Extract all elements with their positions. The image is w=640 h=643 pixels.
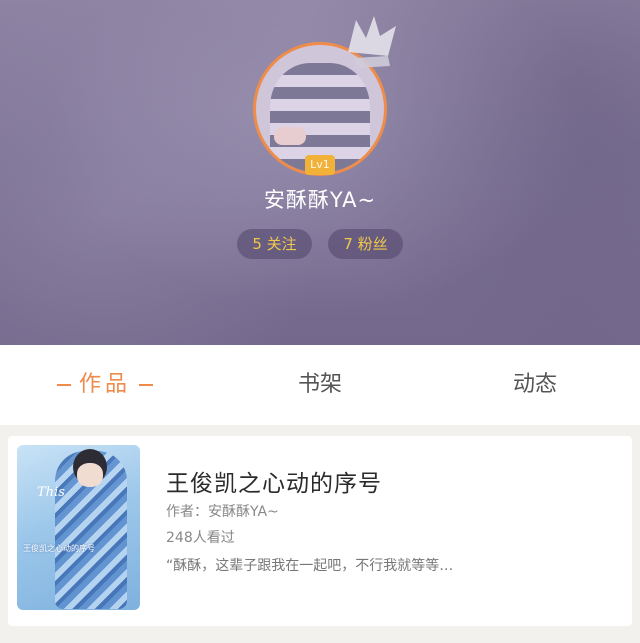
tab-bookshelf-label: 书架 (297, 372, 342, 397)
work-cover-image[interactable]: This 王俊凯之心动的序号 (17, 445, 140, 610)
work-author: 作者：安酥酥YA~ (166, 504, 279, 520)
tab-active-dash-right (139, 384, 153, 386)
tab-activity[interactable]: 动态 (460, 345, 610, 425)
tab-active-dash-left (56, 384, 71, 386)
profile-page: Lv1 安酥酥YA~ 5 关注 7 粉丝 作品 书架 动态 This 王俊凯之心… (0, 0, 640, 643)
level-badge: Lv1 (305, 155, 335, 175)
work-card[interactable]: This 王俊凯之心动的序号 王俊凯之心动的序号 作者：安酥酥YA~ 248人看… (8, 436, 632, 626)
cover-word: This (37, 485, 65, 500)
profile-header: Lv1 安酥酥YA~ 5 关注 7 粉丝 (0, 0, 640, 345)
cover-face (77, 463, 103, 487)
cover-title-text: 王俊凯之心动的序号 (23, 544, 95, 553)
profile-tabs: 作品 书架 动态 (0, 345, 640, 425)
tab-bookshelf[interactable]: 书架 (245, 345, 395, 425)
tab-works[interactable]: 作品 (30, 345, 180, 425)
work-excerpt: “酥酥，这辈子跟我在一起吧，不行我就等等… (166, 558, 454, 574)
username: 安酥酥YA~ (263, 188, 377, 212)
tab-activity-label: 动态 (512, 372, 557, 397)
works-list: This 王俊凯之心动的序号 王俊凯之心动的序号 作者：安酥酥YA~ 248人看… (0, 425, 640, 643)
crown-icon (348, 16, 396, 68)
avatar-hand (274, 127, 306, 145)
following-count-button[interactable]: 5 关注 (237, 229, 312, 259)
work-views: 248人看过 (166, 530, 235, 546)
tab-works-label: 作品 (78, 372, 131, 397)
work-title[interactable]: 王俊凯之心动的序号 (166, 464, 382, 498)
fans-count-button[interactable]: 7 粉丝 (328, 229, 403, 259)
